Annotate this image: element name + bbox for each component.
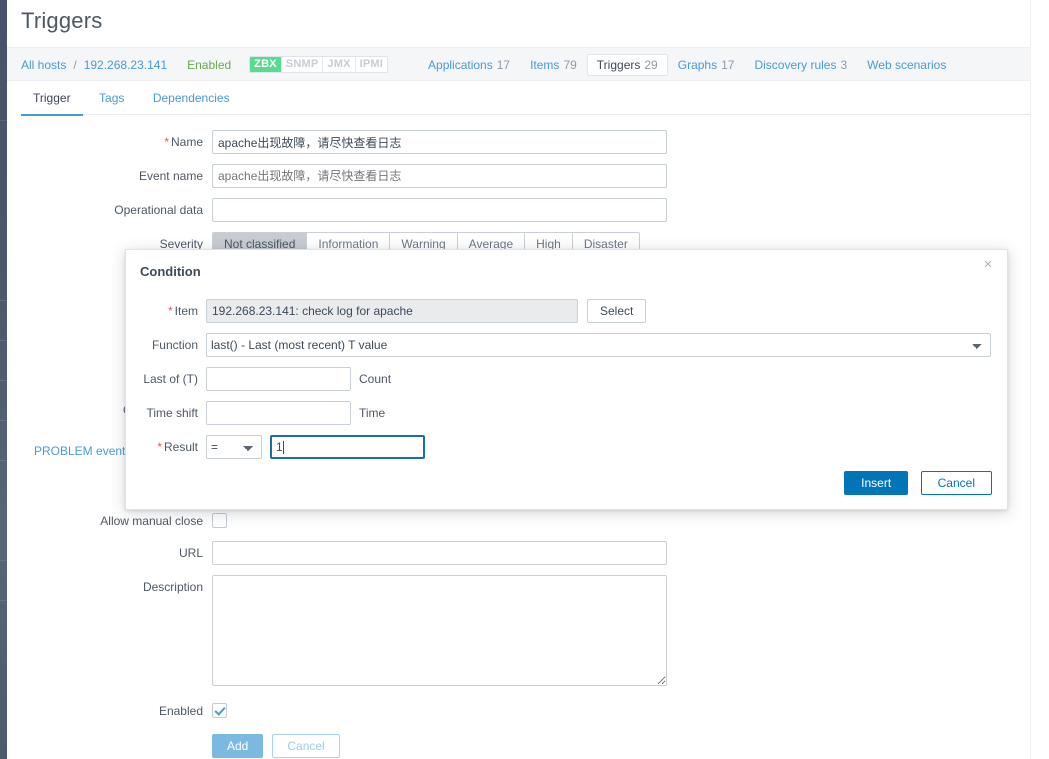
function-label: Function: [151, 338, 198, 352]
page-title: Triggers: [21, 8, 103, 33]
dialog-actions: Insert Cancel: [844, 471, 992, 495]
allow-manual-close-checkbox[interactable]: [212, 513, 227, 528]
breadcrumb-separator: /: [73, 57, 77, 72]
subnav-applications-label: Applications: [428, 57, 493, 72]
name-label: * Name: [164, 135, 203, 149]
subnav-triggers-label: Triggers: [596, 57, 641, 72]
allow-manual-close-label: Allow manual close: [100, 514, 203, 528]
tab-strip: Trigger Tags Dependencies: [21, 82, 1030, 117]
url-input[interactable]: [212, 541, 667, 565]
form-actions: Add Cancel: [7, 734, 340, 758]
operational-data-label: Operational data: [114, 203, 203, 217]
subnav-web-scenarios-label: Web scenarios: [867, 57, 947, 72]
host-sub-nav: Applications 17 Items 79 Triggers 29 Graphs…: [418, 53, 956, 76]
zabbix-trigger-page: Triggers All hosts / 192.268.23.141 Enab…: [0, 0, 1049, 759]
close-icon[interactable]: ×: [979, 256, 997, 274]
interface-badge-jmx[interactable]: JMX: [323, 57, 356, 72]
name-input[interactable]: [212, 130, 667, 154]
tab-tags[interactable]: Tags: [87, 82, 136, 114]
cancel-button[interactable]: Cancel: [272, 734, 340, 758]
subnav-graphs-count: 17: [721, 57, 735, 72]
field-row-allow-manual-close: Allow manual close: [7, 509, 227, 533]
tab-trigger[interactable]: Trigger: [21, 82, 83, 117]
collapsed-sidebar[interactable]: [0, 0, 7, 759]
required-asterisk-result: *: [157, 440, 162, 454]
last-of-label: Last of (T): [143, 372, 198, 386]
result-value-text: 1: [276, 440, 283, 454]
subnav-applications-count: 17: [496, 57, 511, 72]
subnav-items-label: Items: [530, 57, 560, 72]
text-cursor: [282, 440, 284, 454]
subnav-discovery-rules[interactable]: Discovery rules 3: [744, 54, 857, 76]
operational-data-input[interactable]: [212, 198, 667, 222]
result-value-wrapper: 1: [270, 435, 425, 459]
page-header: Triggers: [7, 0, 1030, 47]
subnav-web-scenarios[interactable]: Web scenarios: [857, 54, 956, 76]
breadcrumb-host[interactable]: 192.268.23.141: [84, 58, 167, 72]
field-row-description: Description: [7, 575, 667, 686]
event-name-input[interactable]: [212, 164, 667, 188]
interface-badge-ipmi[interactable]: IPMI: [355, 57, 388, 72]
field-row-operational-data: Operational data: [7, 198, 667, 222]
function-select[interactable]: last() - Last (most recent) T value: [206, 333, 991, 357]
dialog-row-last-of: Last of (T) Count: [134, 367, 391, 391]
url-label: URL: [178, 546, 203, 560]
subnav-items-count: 79: [563, 57, 577, 72]
field-row-name: * Name: [7, 130, 667, 154]
field-row-url: URL: [7, 541, 667, 565]
result-value-input[interactable]: 1: [270, 435, 425, 459]
dialog-row-item: *Item Select: [134, 299, 647, 323]
item-select-button[interactable]: Select: [587, 299, 647, 323]
required-asterisk-item: *: [167, 304, 173, 318]
subnav-graphs-label: Graphs: [677, 57, 718, 72]
breadcrumb-all-hosts[interactable]: All hosts: [21, 58, 66, 72]
right-gutter: [1030, 0, 1049, 759]
condition-dialog: Condition × *Item Select Function last()…: [125, 249, 1008, 510]
subnav-discovery-rules-count: 3: [840, 57, 848, 72]
subnav-triggers[interactable]: Triggers 29: [586, 53, 668, 76]
enabled-checkbox[interactable]: [212, 703, 227, 718]
result-label: * Result: [157, 440, 198, 454]
host-status[interactable]: Enabled: [187, 58, 231, 72]
subnav-graphs[interactable]: Graphs 17: [668, 54, 745, 76]
time-shift-input[interactable]: [206, 401, 351, 425]
insert-button[interactable]: Insert: [844, 471, 909, 495]
dialog-cancel-button[interactable]: Cancel: [920, 471, 992, 495]
add-button[interactable]: Add: [212, 734, 264, 758]
description-label: Description: [142, 580, 203, 594]
result-operator-select[interactable]: =: [206, 435, 262, 459]
time-shift-suffix: Time: [359, 406, 386, 420]
field-row-enabled: Enabled: [7, 699, 227, 723]
field-row-event-name: Event name: [7, 164, 667, 188]
item-input[interactable]: [206, 299, 578, 323]
subnav-items[interactable]: Items 79: [520, 54, 587, 76]
dialog-row-function: Function last() - Last (most recent) T v…: [134, 333, 991, 357]
time-shift-label: Time shift: [146, 406, 198, 420]
interface-badge-zbx[interactable]: ZBX: [250, 57, 282, 72]
interface-badge-snmp[interactable]: SNMP: [281, 57, 324, 72]
dialog-title: Condition: [140, 264, 201, 279]
interface-badges: ZBX SNMP JMX IPMI: [249, 56, 389, 73]
required-asterisk-name: *: [164, 135, 169, 149]
host-breadcrumb-bar: All hosts / 192.268.23.141 Enabled ZBX S…: [7, 47, 1030, 81]
last-of-suffix: Count: [359, 372, 392, 386]
dialog-row-result: * Result = 1: [134, 435, 425, 459]
item-label: * Item: [167, 304, 198, 318]
dialog-row-time-shift: Time shift Time: [134, 401, 385, 425]
subnav-triggers-count: 29: [644, 57, 658, 72]
subnav-applications[interactable]: Applications 17: [418, 54, 520, 76]
tab-dependencies[interactable]: Dependencies: [141, 82, 242, 114]
event-name-label: Event name: [138, 169, 203, 183]
subnav-discovery-rules-label: Discovery rules: [754, 57, 837, 72]
problem-event-label: PROBLEM event: [34, 444, 126, 458]
enabled-label: Enabled: [158, 704, 203, 718]
last-of-input[interactable]: [206, 367, 351, 391]
description-textarea[interactable]: [212, 575, 667, 686]
